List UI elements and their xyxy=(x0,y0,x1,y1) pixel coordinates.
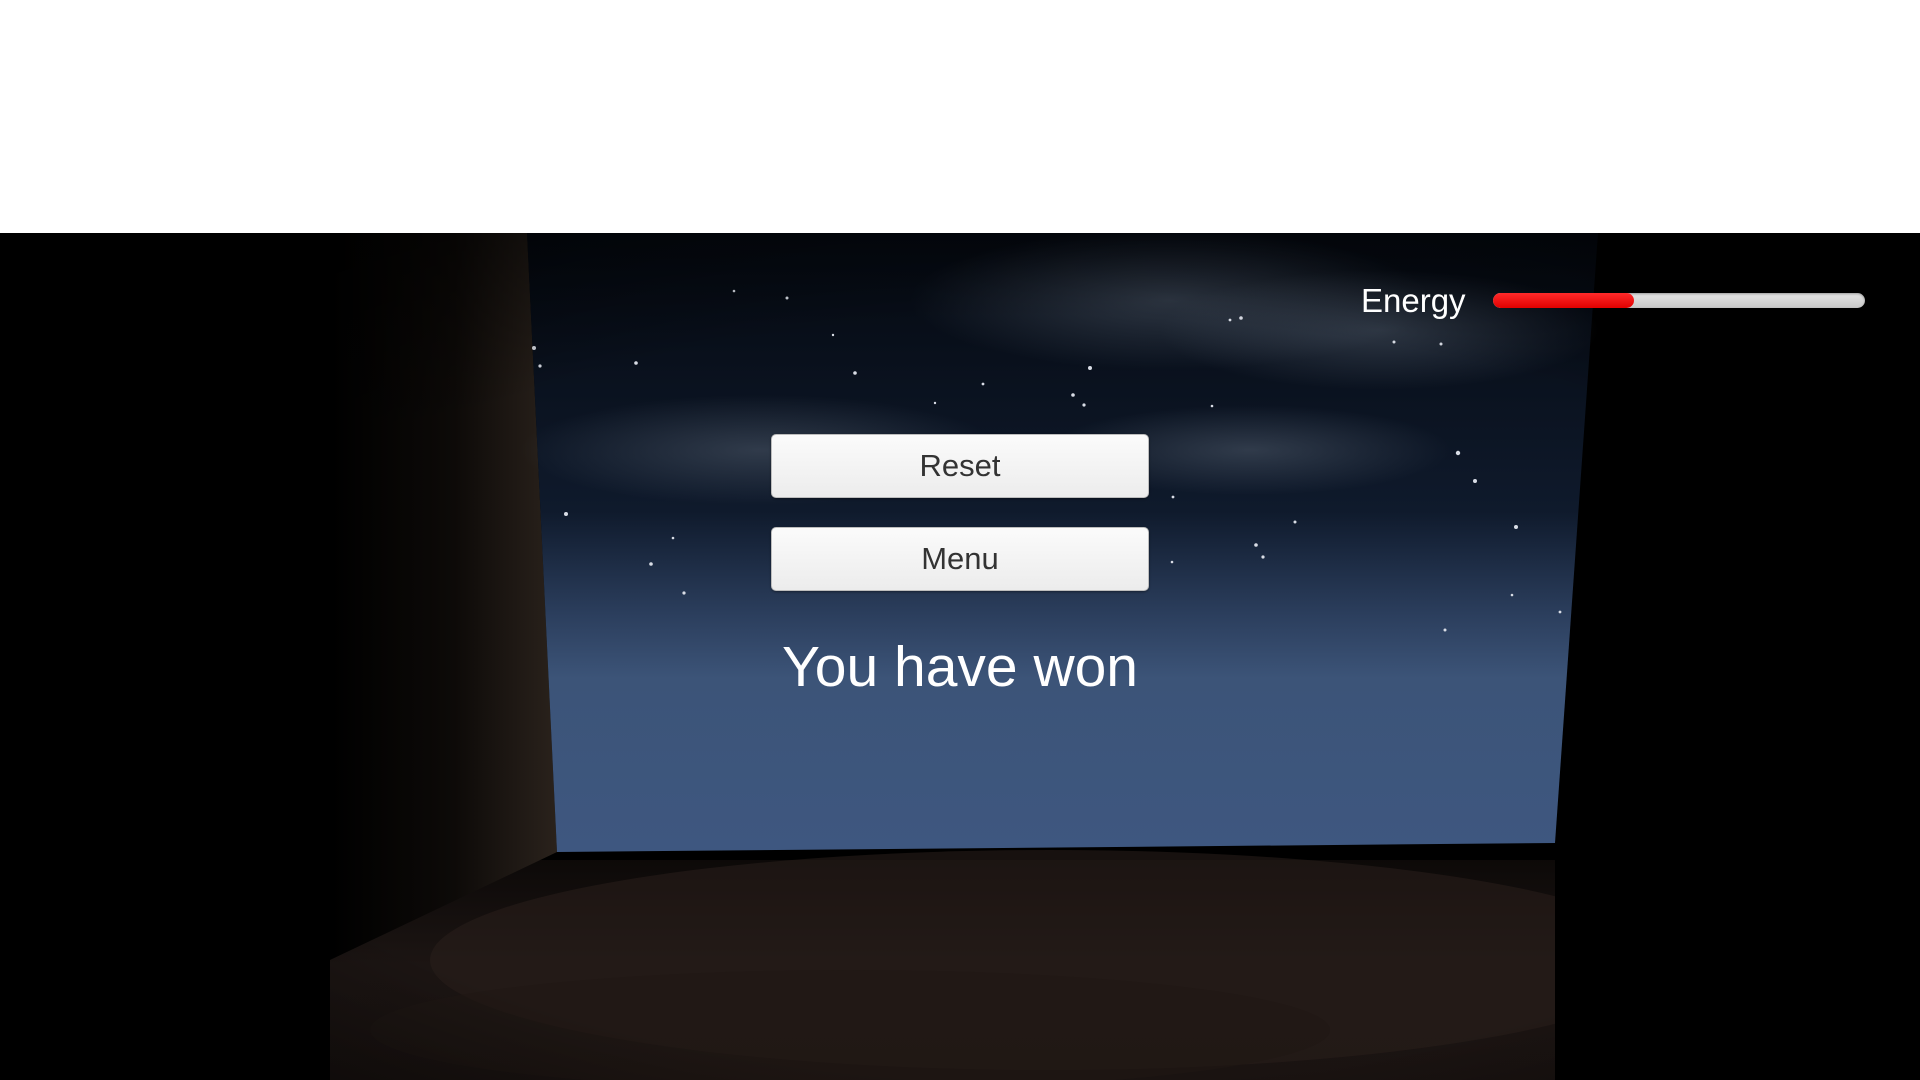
letterbox-top xyxy=(0,0,1920,233)
menu-button[interactable]: Menu xyxy=(771,527,1149,591)
win-message: You have won xyxy=(781,635,1139,699)
energy-label: Energy xyxy=(1361,282,1466,319)
energy-bar xyxy=(1493,293,1865,308)
energy-bar-fill xyxy=(1493,293,1635,308)
reset-button[interactable]: Reset xyxy=(771,434,1149,498)
